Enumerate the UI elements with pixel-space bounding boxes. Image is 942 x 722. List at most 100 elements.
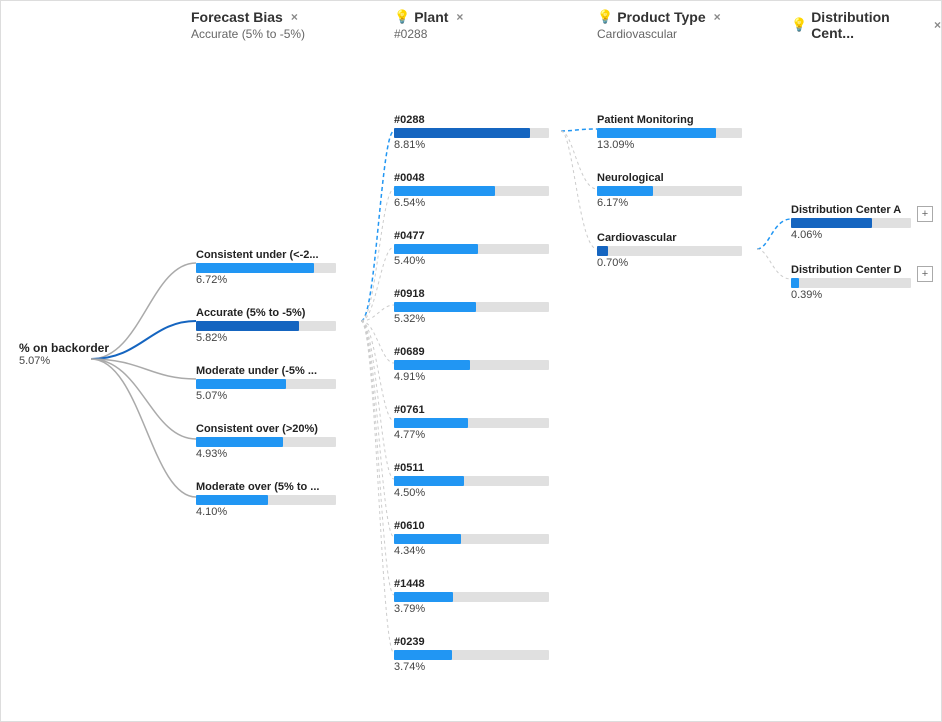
dc-plus-1[interactable]: + xyxy=(917,266,933,282)
pt-pct-1: 6.17% xyxy=(597,197,742,209)
dc-pct-0: 4.06% xyxy=(791,229,911,241)
product-type-subtitle: Cardiovascular xyxy=(597,27,677,41)
dc-fill-0 xyxy=(791,218,872,228)
plant-item-1[interactable]: #0048 6.54% xyxy=(394,172,549,209)
pt-fill-1 xyxy=(597,186,653,196)
plant-item-5[interactable]: #0761 4.77% xyxy=(394,404,549,441)
plant-pct-1: 6.54% xyxy=(394,197,549,209)
plant-pct-6: 4.50% xyxy=(394,487,549,499)
fb-pct-3: 4.93% xyxy=(196,448,336,460)
fb-track-3 xyxy=(196,437,336,447)
plant-label-3: #0918 xyxy=(394,288,549,300)
dist-center-bulb-icon: 💡 xyxy=(791,17,807,33)
fb-fill-1 xyxy=(196,321,299,331)
pt-pct-2: 0.70% xyxy=(597,257,742,269)
pt-pct-0: 13.09% xyxy=(597,139,742,151)
plant-track-5 xyxy=(394,418,549,428)
fb-fill-0 xyxy=(196,263,314,273)
pt-item-2[interactable]: Cardiovascular 0.70% xyxy=(597,232,742,269)
plant-label-0: #0288 xyxy=(394,114,549,126)
dc-label-0: Distribution Center A xyxy=(791,204,911,216)
plant-header: 💡 Plant × #0288 xyxy=(394,9,463,41)
fb-pct-1: 5.82% xyxy=(196,332,336,344)
fb-label-2: Moderate under (-5% ... xyxy=(196,365,336,377)
plant-label-4: #0689 xyxy=(394,346,549,358)
fb-label-3: Consistent over (>20%) xyxy=(196,423,336,435)
plant-item-8[interactable]: #1448 3.79% xyxy=(394,578,549,615)
plant-fill-5 xyxy=(394,418,468,428)
plant-label-5: #0761 xyxy=(394,404,549,416)
plant-fill-1 xyxy=(394,186,495,196)
dist-center-close[interactable]: × xyxy=(934,18,941,32)
dc-track-0 xyxy=(791,218,911,228)
plant-label-6: #0511 xyxy=(394,462,549,474)
pt-label-0: Patient Monitoring xyxy=(597,114,742,126)
plant-pct-2: 5.40% xyxy=(394,255,549,267)
plant-pct-9: 3.74% xyxy=(394,661,549,673)
dc-plus-0[interactable]: + xyxy=(917,206,933,222)
plant-item-0[interactable]: #0288 8.81% xyxy=(394,114,549,151)
plant-fill-7 xyxy=(394,534,461,544)
fb-item-2[interactable]: Moderate under (-5% ... 5.07% xyxy=(196,365,336,402)
fb-label-1: Accurate (5% to -5%) xyxy=(196,307,336,319)
plant-track-8 xyxy=(394,592,549,602)
decomposition-tree: Forecast Bias × Accurate (5% to -5%) 💡 P… xyxy=(0,0,942,722)
plant-pct-3: 5.32% xyxy=(394,313,549,325)
fb-fill-4 xyxy=(196,495,268,505)
pt-fill-2 xyxy=(597,246,608,256)
root-node[interactable]: % on backorder 5.07% xyxy=(19,341,109,367)
fb-track-1 xyxy=(196,321,336,331)
plant-item-9[interactable]: #0239 3.74% xyxy=(394,636,549,673)
plant-item-3[interactable]: #0918 5.32% xyxy=(394,288,549,325)
plant-item-7[interactable]: #0610 4.34% xyxy=(394,520,549,557)
fb-label-4: Moderate over (5% to ... xyxy=(196,481,336,493)
fb-track-0 xyxy=(196,263,336,273)
product-type-close[interactable]: × xyxy=(714,10,721,24)
fb-fill-3 xyxy=(196,437,283,447)
plant-track-3 xyxy=(394,302,549,312)
plant-label-1: #0048 xyxy=(394,172,549,184)
fb-item-0[interactable]: Consistent under (<-2... 6.72% xyxy=(196,249,336,286)
forecast-bias-header: Forecast Bias × Accurate (5% to -5%) xyxy=(191,9,305,41)
plant-label-9: #0239 xyxy=(394,636,549,648)
plant-fill-8 xyxy=(394,592,453,602)
distribution-center-header: 💡 Distribution Cent... × xyxy=(791,9,941,43)
fb-pct-0: 6.72% xyxy=(196,274,336,286)
pt-track-0 xyxy=(597,128,742,138)
fb-item-3[interactable]: Consistent over (>20%) 4.93% xyxy=(196,423,336,460)
plant-item-2[interactable]: #0477 5.40% xyxy=(394,230,549,267)
plant-track-7 xyxy=(394,534,549,544)
plant-track-6 xyxy=(394,476,549,486)
pt-item-0[interactable]: Patient Monitoring 13.09% xyxy=(597,114,742,151)
plant-fill-4 xyxy=(394,360,470,370)
plant-title: Plant xyxy=(414,9,448,25)
pt-track-2 xyxy=(597,246,742,256)
dc-item-0[interactable]: Distribution Center A 4.06% xyxy=(791,204,911,241)
plant-label-8: #1448 xyxy=(394,578,549,590)
dc-label-1: Distribution Center D xyxy=(791,264,911,276)
product-type-title: Product Type xyxy=(617,9,705,25)
plant-label-7: #0610 xyxy=(394,520,549,532)
forecast-bias-close[interactable]: × xyxy=(291,10,298,24)
product-type-header: 💡 Product Type × Cardiovascular xyxy=(597,9,721,41)
plant-track-0 xyxy=(394,128,549,138)
fb-label-0: Consistent under (<-2... xyxy=(196,249,336,261)
plant-track-4 xyxy=(394,360,549,370)
dc-track-1 xyxy=(791,278,911,288)
pt-track-1 xyxy=(597,186,742,196)
plant-track-2 xyxy=(394,244,549,254)
plant-track-9 xyxy=(394,650,549,660)
dc-item-1[interactable]: Distribution Center D 0.39% xyxy=(791,264,911,301)
fb-item-1[interactable]: Accurate (5% to -5%) 5.82% xyxy=(196,307,336,344)
plant-close[interactable]: × xyxy=(456,10,463,24)
pt-item-1[interactable]: Neurological 6.17% xyxy=(597,172,742,209)
fb-item-4[interactable]: Moderate over (5% to ... 4.10% xyxy=(196,481,336,518)
plant-fill-6 xyxy=(394,476,464,486)
fb-track-4 xyxy=(196,495,336,505)
plant-item-6[interactable]: #0511 4.50% xyxy=(394,462,549,499)
plant-fill-9 xyxy=(394,650,452,660)
pt-fill-0 xyxy=(597,128,716,138)
plant-item-4[interactable]: #0689 4.91% xyxy=(394,346,549,383)
pt-label-1: Neurological xyxy=(597,172,742,184)
plant-subtitle: #0288 xyxy=(394,27,427,41)
